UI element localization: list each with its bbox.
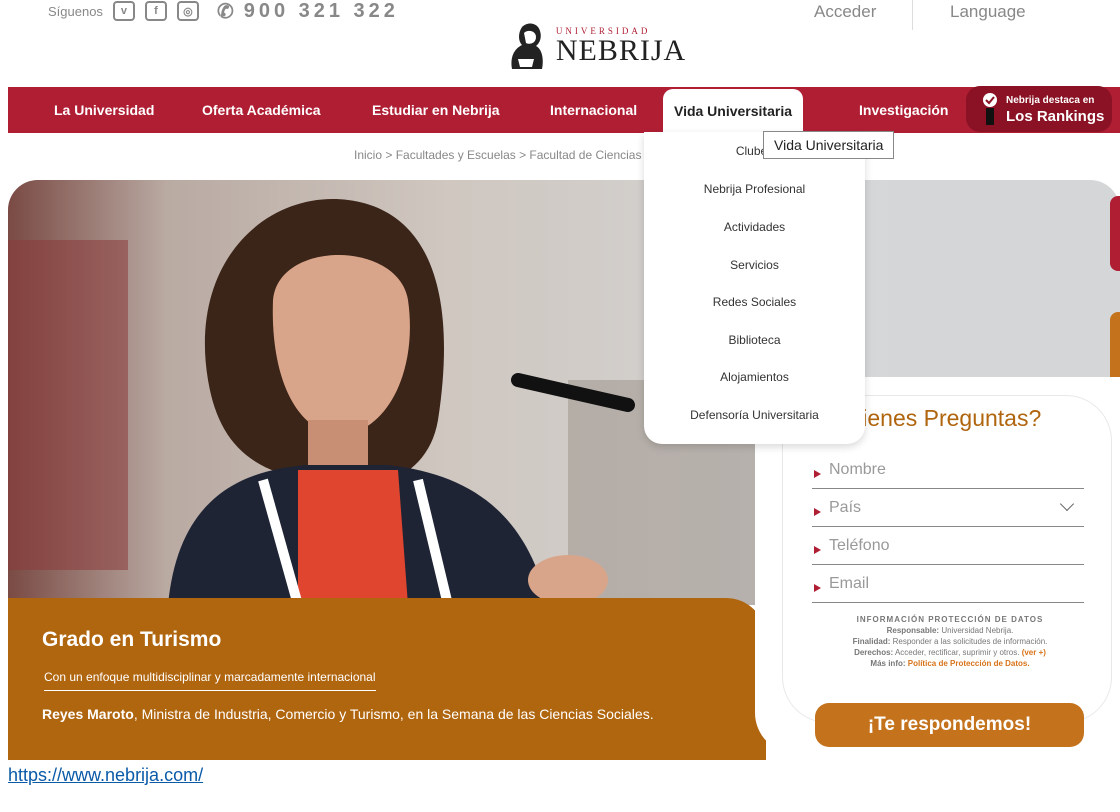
submit-button[interactable]: ¡Te respondemos! <box>815 703 1084 747</box>
rankings-big: Los Rankings <box>1006 108 1105 125</box>
side-tab-red[interactable] <box>1110 196 1120 271</box>
privacy-derechos-key: Derechos: <box>854 648 894 657</box>
phone-icon: ✆ <box>216 0 238 23</box>
privacy-info: INFORMACIÓN PROTECCIÓN DE DATOS Responsa… <box>820 614 1080 669</box>
vimeo-icon[interactable]: v <box>112 1 135 21</box>
dropdown-item-biblioteca[interactable]: Biblioteca <box>644 333 865 347</box>
dropdown-item-servicios[interactable]: Servicios <box>644 258 865 272</box>
medal-icon <box>983 93 997 125</box>
page-url-link[interactable]: https://www.nebrija.com/ <box>8 765 203 786</box>
rankings-badge[interactable]: Nebrija destaca en Los Rankings <box>966 86 1112 132</box>
breadcrumb[interactable]: Inicio > Facultades y Escuelas > Faculta… <box>354 148 649 162</box>
dropdown-item-alojamientos[interactable]: Alojamientos <box>644 370 865 384</box>
instagram-icon[interactable]: ◎ <box>176 1 199 21</box>
logo-big-text: NEBRIJA <box>555 34 687 67</box>
ver-mas-link[interactable]: (ver +) <box>1022 648 1046 657</box>
logo-wordmark: UNIVERSIDAD NEBRIJA <box>556 26 686 66</box>
rankings-small: Nebrija destaca en <box>1006 95 1095 106</box>
nav-vida-universitaria[interactable]: Vida Universitaria <box>663 89 803 133</box>
top-bar: Síguenos v f ◎ ✆ 900 321 322 Acceder Lan… <box>0 0 1120 84</box>
nav-investigacion[interactable]: Investigación <box>859 87 948 133</box>
dropdown-item-actividades[interactable]: Actividades <box>644 220 865 234</box>
privacy-policy-link[interactable]: Política de Protección de Datos. <box>908 659 1030 668</box>
dropdown-item-nebrija-profesional[interactable]: Nebrija Profesional <box>644 182 865 196</box>
main-nav: La Universidad Oferta Académica Estudiar… <box>8 87 1120 133</box>
divider <box>912 0 913 30</box>
privacy-derechos: Derechos: Acceder, rectificar, suprimir … <box>820 647 1080 658</box>
hero-right-panel <box>862 180 1120 380</box>
nav-estudiar-en-nebrija[interactable]: Estudiar en Nebrija <box>372 87 500 133</box>
hero-desc-name: Reyes Maroto <box>42 706 134 722</box>
phone-link[interactable]: ✆ 900 321 322 <box>217 0 399 22</box>
dropdown-item-redes-sociales[interactable]: Redes Sociales <box>644 295 865 309</box>
privacy-derechos-value: Acceder, rectificar, suprimir y otros. <box>894 648 1020 657</box>
privacy-finalidad: Finalidad: Responder a las solicitudes d… <box>820 636 1080 647</box>
telefono-placeholder: Teléfono <box>829 536 890 554</box>
vida-universitaria-dropdown: Clubes Nebrija Profesional Actividades S… <box>644 132 865 444</box>
privacy-mas-info: Más info: Política de Protección de Dato… <box>820 658 1080 669</box>
tooltip: Vida Universitaria <box>763 131 895 159</box>
privacy-responsable: Responsable: Universidad Nebrija. <box>820 625 1080 636</box>
nav-internacional[interactable]: Internacional <box>550 87 637 133</box>
field-bullet-icon <box>814 469 821 478</box>
nombre-placeholder: Nombre <box>829 460 886 478</box>
pais-select[interactable]: País <box>812 489 1084 527</box>
field-bullet-icon <box>814 507 821 516</box>
hero-caption: Grado en Turismo Con un enfoque multidis… <box>8 598 766 760</box>
hero-description: Reyes Maroto, Ministra de Industria, Com… <box>42 706 654 722</box>
telefono-field[interactable]: Teléfono <box>812 527 1084 565</box>
privacy-title: INFORMACIÓN PROTECCIÓN DE DATOS <box>856 615 1044 624</box>
hero-subtitle: Con un enfoque multidisciplinar y marcad… <box>44 670 376 691</box>
privacy-finalidad-value: Responder a las solicitudes de informaci… <box>892 637 1048 646</box>
field-bullet-icon <box>814 545 821 554</box>
pais-placeholder: País <box>829 498 862 516</box>
nebrija-logo[interactable]: UNIVERSIDAD NEBRIJA <box>470 10 720 82</box>
field-bullet-icon <box>814 583 821 592</box>
language-selector[interactable]: Language <box>950 0 1026 24</box>
nombre-field[interactable]: Nombre <box>812 451 1084 489</box>
chevron-down-icon <box>1059 496 1075 512</box>
privacy-responsable-value: Universidad Nebrija. <box>941 626 1014 635</box>
side-tab-orange[interactable] <box>1110 312 1120 387</box>
email-field[interactable]: Email <box>812 565 1084 603</box>
privacy-responsable-key: Responsable: <box>886 626 940 635</box>
phone-number: 900 321 322 <box>243 0 399 22</box>
acceder-link[interactable]: Acceder <box>814 0 876 24</box>
hero-title[interactable]: Grado en Turismo <box>42 628 221 652</box>
rankings-text: Nebrija destaca en Los Rankings <box>1006 93 1104 125</box>
privacy-finalidad-key: Finalidad: <box>852 637 891 646</box>
nav-oferta-academica[interactable]: Oferta Académica <box>202 87 321 133</box>
dropdown-item-defensoria-universitaria[interactable]: Defensoría Universitaria <box>644 408 865 422</box>
nav-la-universidad[interactable]: La Universidad <box>54 87 154 133</box>
privacy-mas-info-key: Más info: <box>870 659 906 668</box>
follow-label: Síguenos <box>48 3 103 19</box>
hero-desc-rest: , Ministra de Industria, Comercio y Turi… <box>133 706 654 722</box>
email-placeholder: Email <box>829 574 870 592</box>
form-title: ¿Tienes Preguntas? <box>835 405 1042 431</box>
social-bar: Síguenos v f ◎ ✆ 900 321 322 <box>48 0 399 22</box>
nebrija-seal-icon <box>511 23 543 69</box>
facebook-icon[interactable]: f <box>144 1 167 21</box>
